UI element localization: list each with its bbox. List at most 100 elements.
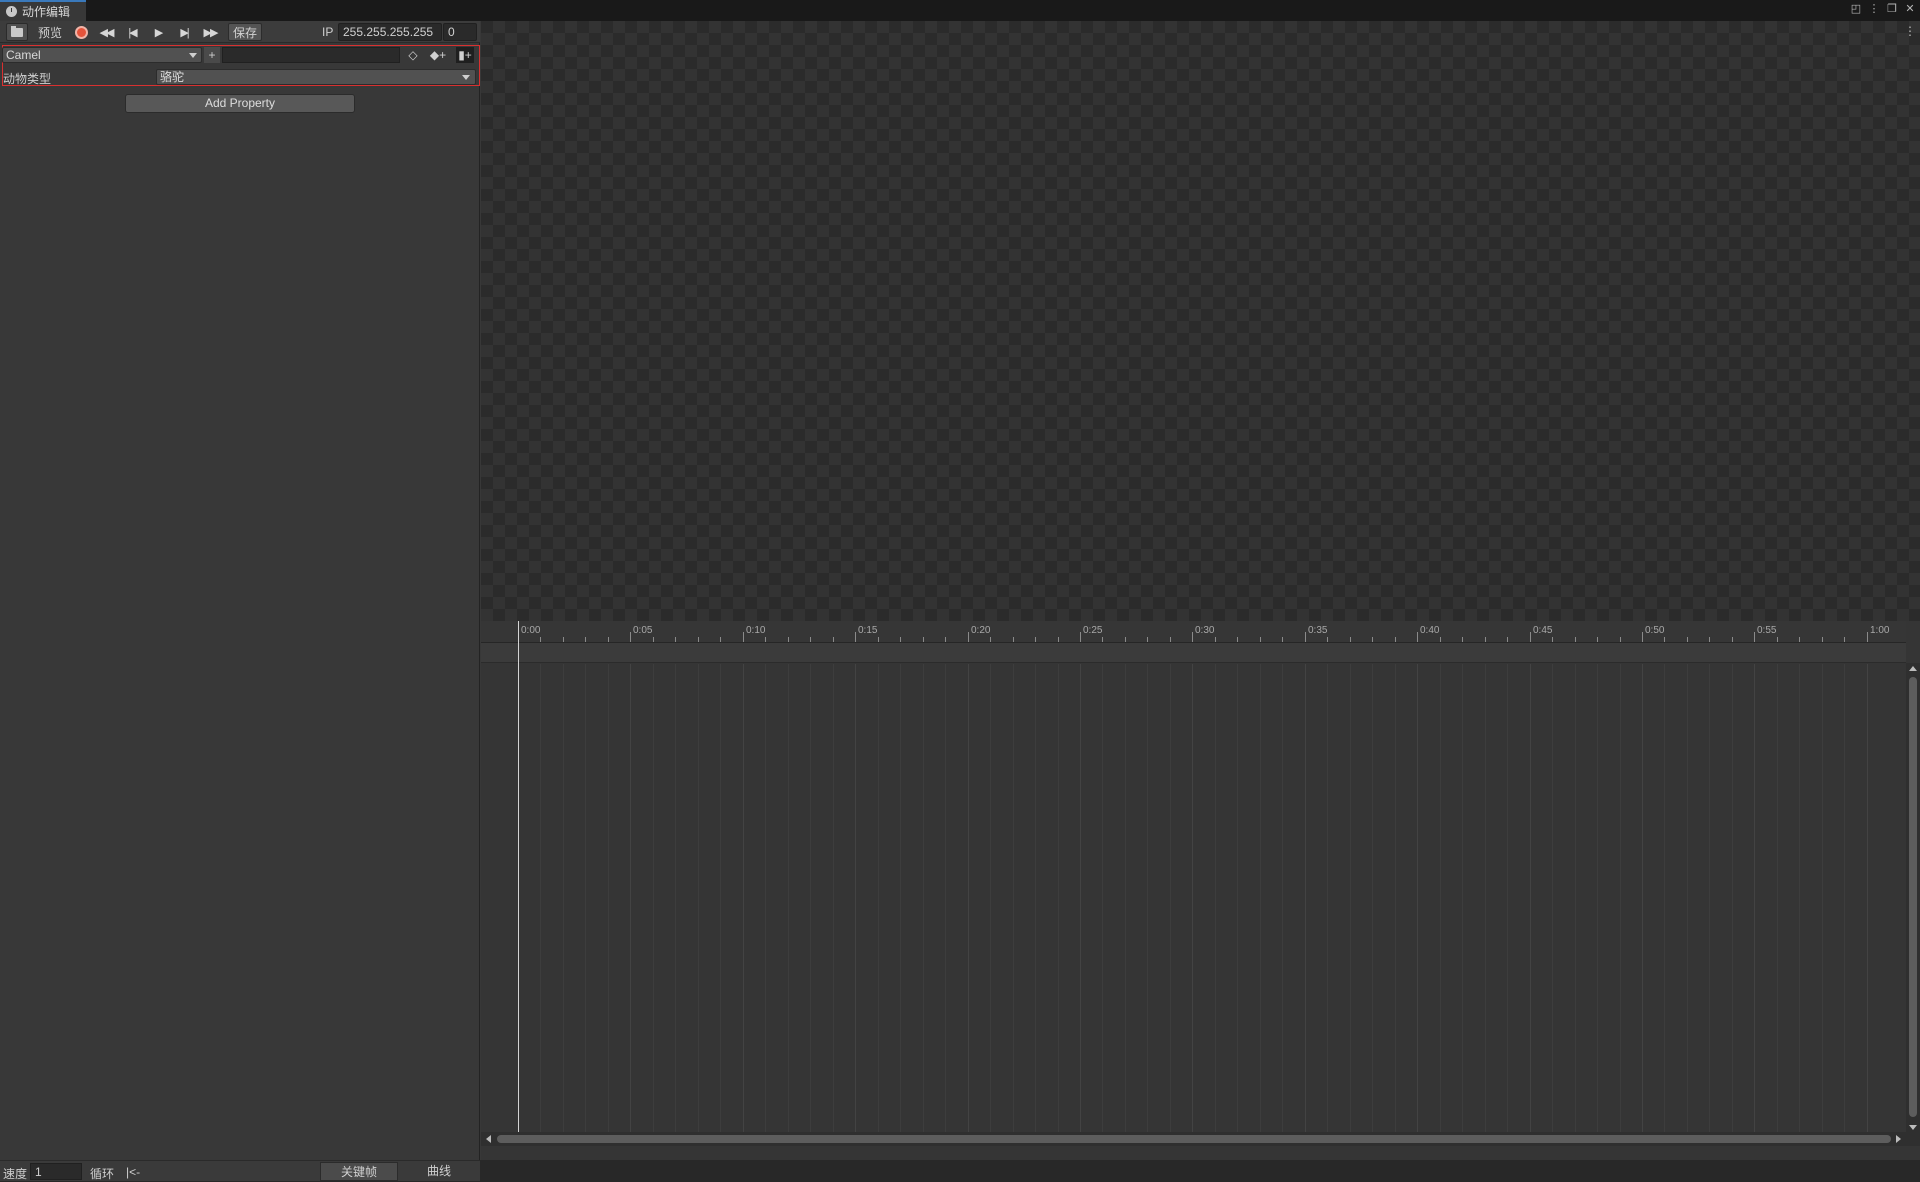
playhead[interactable] xyxy=(518,621,519,1132)
ruler-tick-label: 0:30 xyxy=(1195,625,1215,636)
grid-line-minor xyxy=(653,664,654,1132)
animal-type-row: 动物类型 骆驼 xyxy=(0,67,480,87)
last-frame-button[interactable]: ▶▶ xyxy=(199,23,221,41)
preview-viewport[interactable] xyxy=(481,21,1920,621)
grid-line-major xyxy=(1417,664,1418,1132)
ruler-major-tick xyxy=(1530,632,1531,642)
loop-toggle[interactable]: 循环 xyxy=(90,1165,114,1182)
chevron-down-icon xyxy=(189,53,197,58)
horizontal-scroll-thumb[interactable] xyxy=(497,1135,1891,1143)
ruler-minor-tick xyxy=(1395,637,1396,642)
ruler-tick-label: 0:00 xyxy=(521,625,541,636)
ruler-tick-label: 0:25 xyxy=(1083,625,1103,636)
back-to-start-button[interactable]: |<- xyxy=(126,1165,140,1179)
ip-address-field[interactable]: 255.255.255.255 xyxy=(338,23,442,41)
ruler-minor-tick xyxy=(675,637,676,642)
insert-marker-icon[interactable]: ▮+ xyxy=(456,47,474,63)
ruler-minor-tick xyxy=(1125,637,1126,642)
grid-line-minor xyxy=(1058,664,1059,1132)
grid-line-minor xyxy=(945,664,946,1132)
add-keyframe-icon[interactable]: ◇ xyxy=(404,47,422,63)
first-frame-button[interactable]: ◀◀ xyxy=(96,23,116,41)
record-icon xyxy=(74,25,88,39)
ruler-tick-label: 0:55 xyxy=(1757,625,1777,636)
ruler-major-tick xyxy=(1867,632,1868,642)
step-forward-icon: ▶| xyxy=(180,26,189,39)
ruler-minor-tick xyxy=(1552,637,1553,642)
grid-line-minor xyxy=(1035,664,1036,1132)
ruler-minor-tick xyxy=(1620,637,1621,642)
add-property-button[interactable]: Add Property xyxy=(125,94,355,113)
kebab-menu-icon[interactable]: ⋮ xyxy=(1868,2,1880,16)
grid-line-minor xyxy=(1013,664,1014,1132)
scroll-left-icon[interactable] xyxy=(486,1135,491,1143)
clock-icon xyxy=(6,6,17,17)
ip-label: IP xyxy=(322,25,334,39)
grid-line-minor xyxy=(1147,664,1148,1132)
grid-line-minor xyxy=(1597,664,1598,1132)
vertical-scroll-thumb[interactable] xyxy=(1909,677,1917,1117)
tab-keyframes[interactable]: 关键帧 xyxy=(320,1162,398,1181)
grid-line-major xyxy=(1754,664,1755,1132)
grid-line-major xyxy=(1192,664,1193,1132)
ruler-minor-tick xyxy=(1732,637,1733,642)
grid-line-minor xyxy=(1822,664,1823,1132)
ruler-minor-tick xyxy=(1575,637,1576,642)
folder-icon xyxy=(11,25,23,37)
panel-menu-icon[interactable]: ⋮ xyxy=(1904,24,1916,38)
ruler-major-tick xyxy=(968,632,969,642)
next-frame-button[interactable]: ▶| xyxy=(174,23,194,41)
ruler-major-tick xyxy=(1305,632,1306,642)
animal-type-value: 骆驼 xyxy=(160,70,185,84)
maximize-icon[interactable]: ❐ xyxy=(1886,2,1898,16)
vertical-scrollbar[interactable] xyxy=(1906,663,1920,1133)
grid-line-minor xyxy=(698,664,699,1132)
editor-tab[interactable]: 动作编辑 xyxy=(0,0,86,21)
ruler-minor-tick xyxy=(1237,637,1238,642)
ruler-major-tick xyxy=(1754,632,1755,642)
preview-button[interactable]: 预览 xyxy=(32,23,68,41)
grid-line-minor xyxy=(990,664,991,1132)
add-object-button[interactable]: + xyxy=(204,47,220,63)
grid-line-minor xyxy=(1440,664,1441,1132)
ruler-minor-tick xyxy=(1102,637,1103,642)
ruler-minor-tick xyxy=(1282,637,1283,642)
add-event-icon[interactable]: ◆+ xyxy=(429,47,447,63)
scroll-down-icon[interactable] xyxy=(1909,1125,1917,1130)
grid-line-minor xyxy=(900,664,901,1132)
keyframe-track-area[interactable] xyxy=(481,664,1906,1132)
skip-end-icon: ▶▶ xyxy=(203,26,219,39)
grid-line-minor xyxy=(608,664,609,1132)
scroll-up-icon[interactable] xyxy=(1909,666,1917,671)
ruler-minor-tick xyxy=(1260,637,1261,642)
close-icon[interactable]: ✕ xyxy=(1904,2,1916,16)
ruler-minor-tick xyxy=(1664,637,1665,642)
lock-icon[interactable]: ◰ xyxy=(1850,2,1862,16)
ruler-minor-tick xyxy=(563,637,564,642)
object-row: Camel + ◇ ◆+ ▮+ xyxy=(0,45,480,65)
event-track[interactable] xyxy=(481,643,1906,663)
time-ruler[interactable]: 0:00 0:05 0:10 0:15 0:20 0:25 0:30 0:35 0:40 0:45… xyxy=(481,621,1906,643)
record-button[interactable] xyxy=(72,23,90,41)
open-folder-button[interactable] xyxy=(6,23,28,41)
grid-line-major xyxy=(1305,664,1306,1132)
save-button[interactable]: 保存 xyxy=(228,23,262,41)
object-name-field[interactable] xyxy=(222,47,400,63)
scroll-right-icon[interactable] xyxy=(1896,1135,1901,1143)
port-field[interactable]: 0 xyxy=(443,23,477,41)
grid-line-major xyxy=(630,664,631,1132)
speed-field[interactable]: 1 xyxy=(30,1163,82,1180)
play-button[interactable]: ▶ xyxy=(148,23,168,41)
animal-type-dropdown[interactable]: 骆驼 xyxy=(156,69,476,85)
horizontal-scrollbar[interactable] xyxy=(481,1132,1920,1146)
grid-line-minor xyxy=(1799,664,1800,1132)
tab-curves[interactable]: 曲线 xyxy=(400,1162,478,1181)
title-bar: 动作编辑 ◰ ⋮ ❐ ✕ xyxy=(0,0,1920,21)
grid-line-minor xyxy=(1327,664,1328,1132)
grid-line-minor xyxy=(1125,664,1126,1132)
ruler-tick-label: 0:15 xyxy=(858,625,878,636)
ruler-minor-tick xyxy=(833,637,834,642)
object-dropdown[interactable]: Camel xyxy=(2,47,202,63)
prev-frame-button[interactable]: |◀ xyxy=(122,23,142,41)
grid-line-major xyxy=(743,664,744,1132)
